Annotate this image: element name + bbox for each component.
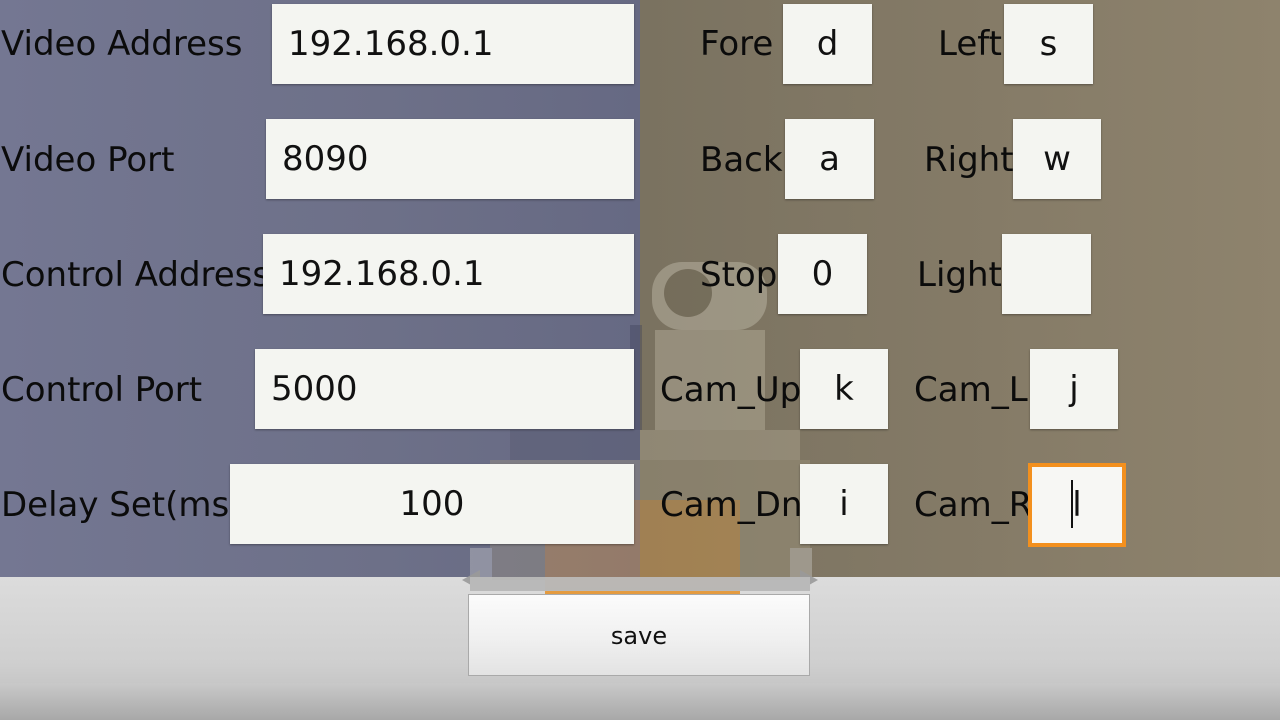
control-port-input[interactable]: 5000 (255, 349, 634, 429)
light-label: Light (917, 255, 1002, 295)
back-label: Back (700, 140, 783, 180)
stop-key-input[interactable]: 0 (778, 234, 867, 314)
control-address-input[interactable]: 192.168.0.1 (263, 234, 634, 314)
cam-up-key-input[interactable]: k (800, 349, 888, 429)
right-label: Right (924, 140, 1014, 180)
delay-input[interactable]: 100 (230, 464, 634, 544)
video-address-label: Video Address (1, 24, 243, 64)
cam-dn-key-input[interactable]: i (800, 464, 888, 544)
right-key-input[interactable]: w (1013, 119, 1101, 199)
left-label: Left (938, 24, 1002, 64)
cam-l-key-input[interactable]: j (1030, 349, 1118, 429)
text-cursor (1071, 480, 1073, 528)
control-address-label: Control Address (1, 255, 271, 295)
cam-r-key-input[interactable]: l (1028, 463, 1126, 547)
back-key-input[interactable]: a (785, 119, 874, 199)
left-key-input[interactable]: s (1004, 4, 1093, 84)
light-key-input[interactable] (1002, 234, 1091, 314)
cam-dn-label: Cam_Dn (660, 485, 803, 525)
bottom-edge (0, 683, 1280, 720)
fore-key-input[interactable]: d (783, 4, 872, 84)
cam-l-label: Cam_L (914, 370, 1028, 410)
video-port-input[interactable]: 8090 (266, 119, 634, 199)
video-address-input[interactable]: 192.168.0.1 (272, 4, 634, 84)
delay-label: Delay Set(ms) (1, 485, 243, 525)
cam-r-label: Cam_R (914, 485, 1033, 525)
video-port-label: Video Port (1, 140, 175, 180)
stop-label: Stop (700, 255, 778, 295)
control-port-label: Control Port (1, 370, 203, 410)
fore-label: Fore (700, 24, 774, 64)
cam-up-label: Cam_Up (660, 370, 802, 410)
save-button[interactable]: save (468, 594, 810, 676)
